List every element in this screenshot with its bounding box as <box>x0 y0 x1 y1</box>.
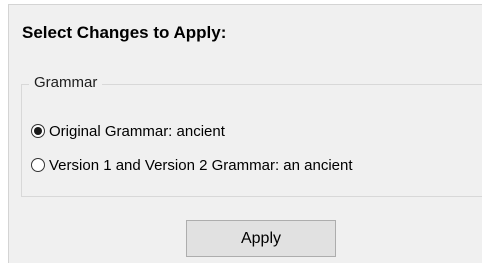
radio-unchecked-icon[interactable] <box>31 158 45 172</box>
changes-panel: Select Changes to Apply: Grammar Origina… <box>8 4 482 263</box>
apply-button[interactable]: Apply <box>186 220 336 257</box>
grammar-group-legend: Grammar <box>29 74 103 91</box>
radio-checked-icon[interactable] <box>31 124 45 138</box>
radio-original-grammar-label[interactable]: Original Grammar: ancient <box>49 123 225 140</box>
radio-original-grammar[interactable]: Original Grammar: ancient <box>31 120 225 142</box>
radio-version-grammar-label[interactable]: Version 1 and Version 2 Grammar: an anci… <box>49 157 353 174</box>
panel-title: Select Changes to Apply: <box>22 23 227 42</box>
radio-version-grammar[interactable]: Version 1 and Version 2 Grammar: an anci… <box>31 154 353 176</box>
